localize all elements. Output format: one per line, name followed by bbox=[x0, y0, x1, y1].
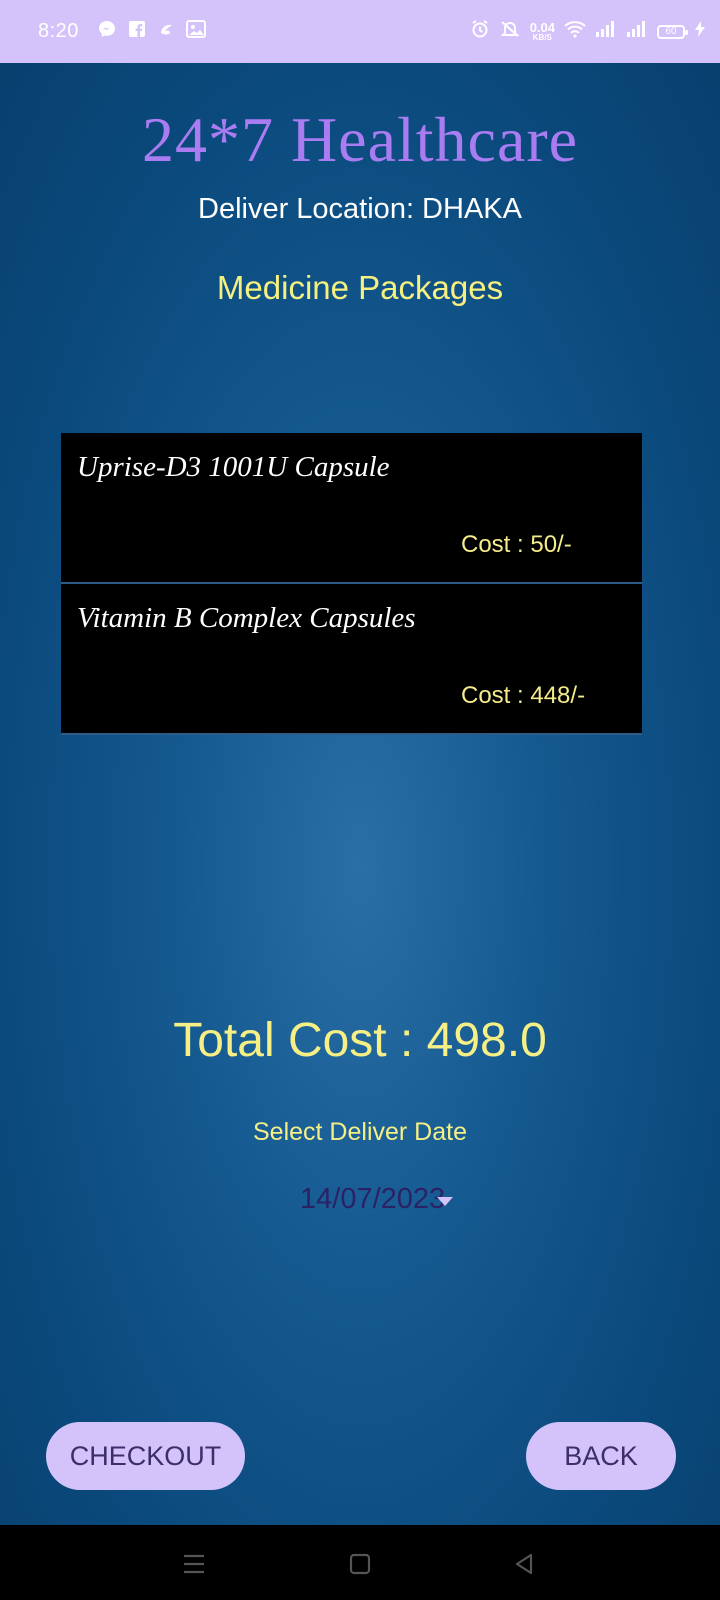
battery-icon: 60 bbox=[657, 24, 688, 39]
system-indicators: 0.04 KB/S 60 bbox=[470, 19, 706, 44]
deliver-location: Deliver Location: DHAKA bbox=[198, 193, 522, 225]
package-cost: Cost : 50/- bbox=[461, 531, 572, 558]
mute-icon bbox=[499, 19, 521, 44]
network-speed: 0.04 KB/S bbox=[530, 21, 555, 42]
notification-icons bbox=[97, 19, 206, 44]
section-title: Medicine Packages bbox=[216, 269, 504, 306]
menu-icon[interactable] bbox=[179, 1549, 209, 1579]
select-date-label: Select Deliver Date bbox=[253, 1118, 467, 1146]
list-item[interactable]: Uprise-D3 1001U Capsule Cost : 50/- bbox=[61, 433, 642, 584]
wifi-icon bbox=[564, 20, 586, 43]
date-picker-dropdown[interactable]: 14/07/2023 bbox=[300, 1183, 454, 1216]
total-cost: Total Cost : 498.0 bbox=[173, 1014, 547, 1067]
alarm-icon bbox=[470, 19, 490, 44]
charging-icon bbox=[694, 20, 706, 43]
package-name: Vitamin B Complex Capsules bbox=[77, 602, 416, 634]
signal-icon bbox=[626, 20, 648, 43]
home-icon[interactable] bbox=[345, 1549, 375, 1579]
messenger-icon bbox=[97, 19, 117, 44]
photo-icon bbox=[185, 20, 206, 43]
app-screen: 24*7 Healthcare Deliver Location: DHAKA … bbox=[0, 63, 720, 1525]
selected-date: 14/07/2023 bbox=[300, 1183, 446, 1215]
battery-level: 60 bbox=[665, 26, 677, 37]
app-title: 24*7 Healthcare bbox=[141, 104, 579, 175]
status-time: 8:20 bbox=[38, 20, 79, 42]
list-item[interactable]: Vitamin B Complex Capsules Cost : 448/- bbox=[61, 584, 642, 735]
signal-icon bbox=[595, 20, 617, 43]
package-name: Uprise-D3 1001U Capsule bbox=[77, 451, 390, 483]
package-cost: Cost : 448/- bbox=[461, 682, 586, 709]
back-button[interactable]: BACK bbox=[526, 1422, 676, 1490]
status-bar: 8:20 0.04 KB/S 60 bbox=[0, 0, 720, 63]
back-nav-icon[interactable] bbox=[509, 1549, 539, 1579]
navigation-bar bbox=[0, 1525, 720, 1600]
checkout-button[interactable]: CHECKOUT bbox=[46, 1422, 245, 1490]
package-list: Uprise-D3 1001U Capsule Cost : 50/- Vita… bbox=[61, 433, 642, 735]
dropdown-arrow-icon bbox=[437, 1197, 454, 1206]
chat-icon bbox=[157, 20, 175, 43]
facebook-icon bbox=[128, 20, 146, 43]
net-speed-unit: KB/S bbox=[532, 33, 552, 42]
